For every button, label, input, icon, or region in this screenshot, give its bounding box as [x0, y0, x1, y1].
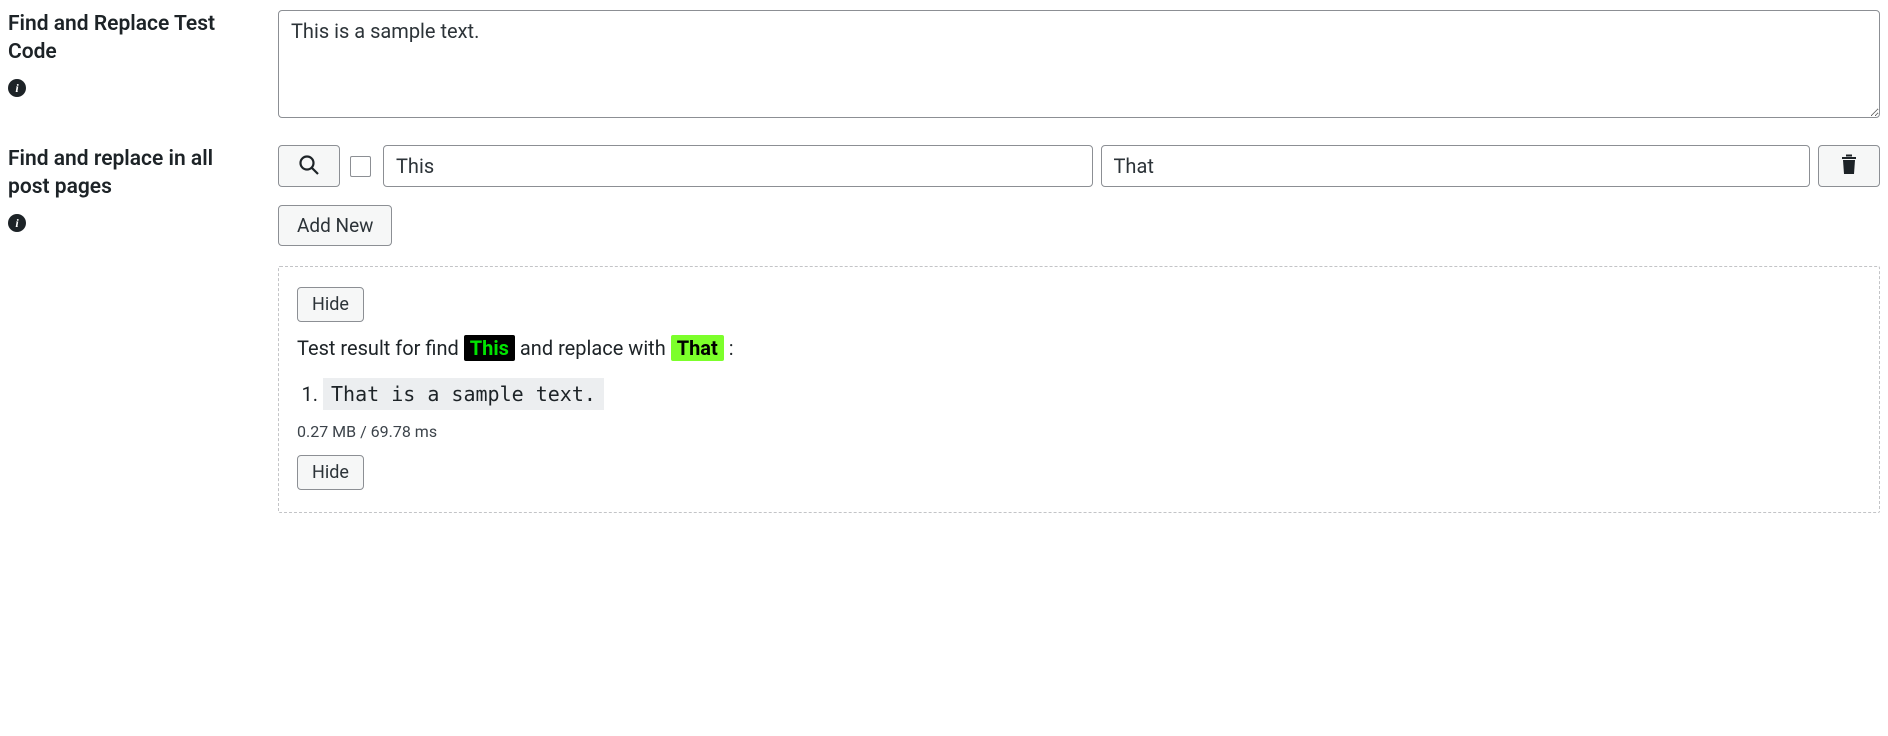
search-icon — [297, 153, 321, 180]
result-replace-token: That — [671, 335, 724, 361]
test-code-textarea[interactable] — [278, 10, 1880, 118]
test-code-label: Find and Replace Test Code — [8, 10, 258, 67]
find-replace-label-col: Find and replace in all post pages i — [8, 145, 278, 232]
result-find-token: This — [464, 335, 515, 361]
search-button[interactable] — [278, 145, 340, 187]
delete-button[interactable] — [1818, 145, 1880, 187]
result-suffix: : — [724, 336, 734, 360]
test-code-info: i — [8, 73, 258, 97]
add-new-wrap: Add New — [278, 205, 1880, 246]
find-replace-content: Add New Hide Test result for find This a… — [278, 145, 1880, 513]
find-replace-info: i — [8, 208, 258, 232]
regex-checkbox[interactable] — [350, 156, 371, 177]
result-prefix: Test result for find — [297, 336, 464, 360]
test-code-row: Find and Replace Test Code i — [8, 10, 1880, 123]
trash-icon — [1837, 153, 1861, 180]
find-replace-label: Find and replace in all post pages — [8, 145, 258, 202]
result-list-item: That is a sample text. — [323, 378, 1861, 410]
add-new-button[interactable]: Add New — [278, 205, 392, 246]
result-item-text: That is a sample text. — [323, 378, 604, 410]
result-sentence: Test result for find This and replace wi… — [297, 336, 1861, 360]
test-code-label-col: Find and Replace Test Code i — [8, 10, 278, 97]
result-mid: and replace with — [515, 336, 671, 360]
replace-input[interactable] — [1101, 145, 1811, 187]
result-stats: 0.27 MB / 69.78 ms — [297, 422, 1861, 441]
find-replace-line — [278, 145, 1880, 187]
find-replace-row: Find and replace in all post pages i — [8, 145, 1880, 513]
result-list: That is a sample text. — [323, 378, 1861, 410]
hide-button-bottom[interactable]: Hide — [297, 455, 364, 490]
result-box: Hide Test result for find This and repla… — [278, 266, 1880, 513]
find-input[interactable] — [383, 145, 1093, 187]
hide-button-top[interactable]: Hide — [297, 287, 364, 322]
test-code-content — [278, 10, 1880, 123]
info-icon[interactable]: i — [8, 79, 26, 97]
hide-bottom-wrap: Hide — [297, 455, 1861, 490]
info-icon[interactable]: i — [8, 214, 26, 232]
